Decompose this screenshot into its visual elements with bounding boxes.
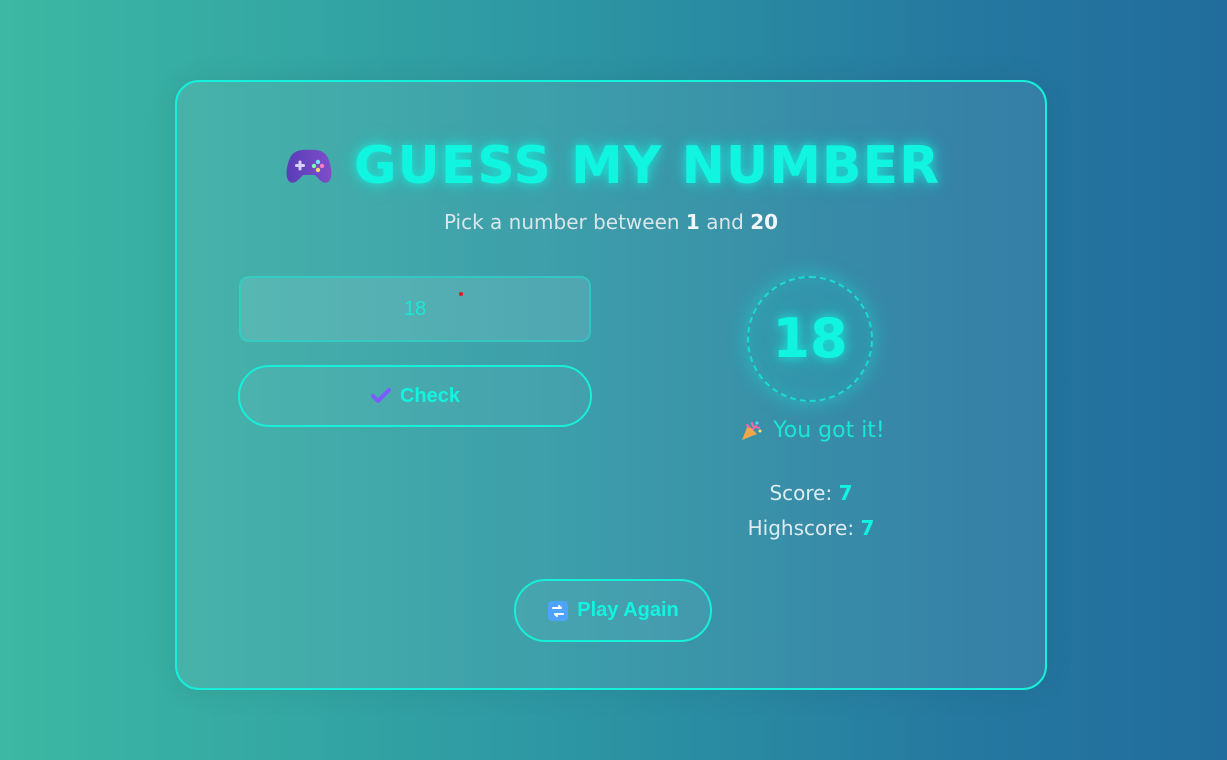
guess-input[interactable] [239, 276, 591, 342]
result-message: You got it! [712, 418, 912, 443]
game-controller-icon [282, 144, 336, 188]
score-label: Score: [769, 481, 833, 505]
secret-number: 18 [772, 307, 848, 370]
score-value: 7 [838, 481, 853, 505]
highscore-line: Highscore: 7 [665, 516, 957, 540]
range-connector: and [706, 210, 744, 234]
game-card: GUESS MY NUMBER Pick a number between 1 … [175, 80, 1047, 690]
check-icon [370, 385, 392, 407]
play-again-button[interactable]: Play Again [514, 579, 712, 642]
range-min: 1 [685, 210, 700, 234]
check-button[interactable]: Check [238, 365, 592, 427]
result-text: You got it! [773, 418, 885, 443]
game-title: GUESS MY NUMBER [353, 136, 941, 196]
title-row: GUESS MY NUMBER [177, 140, 1045, 192]
range-max: 20 [750, 210, 779, 234]
highscore-label: Highscore: [747, 516, 855, 540]
party-popper-icon [739, 419, 763, 443]
play-again-label: Play Again [577, 599, 679, 621]
check-button-label: Check [399, 384, 461, 407]
range-instruction: Pick a number between 1 and 20 [177, 210, 1045, 234]
highscore-value: 7 [860, 516, 875, 540]
secret-number-display: 18 [747, 276, 873, 402]
replay-icon [547, 600, 569, 622]
score-line: Score: 7 [665, 481, 957, 505]
instruction-prefix: Pick a number between [443, 210, 680, 234]
cursor-indicator [459, 292, 463, 296]
